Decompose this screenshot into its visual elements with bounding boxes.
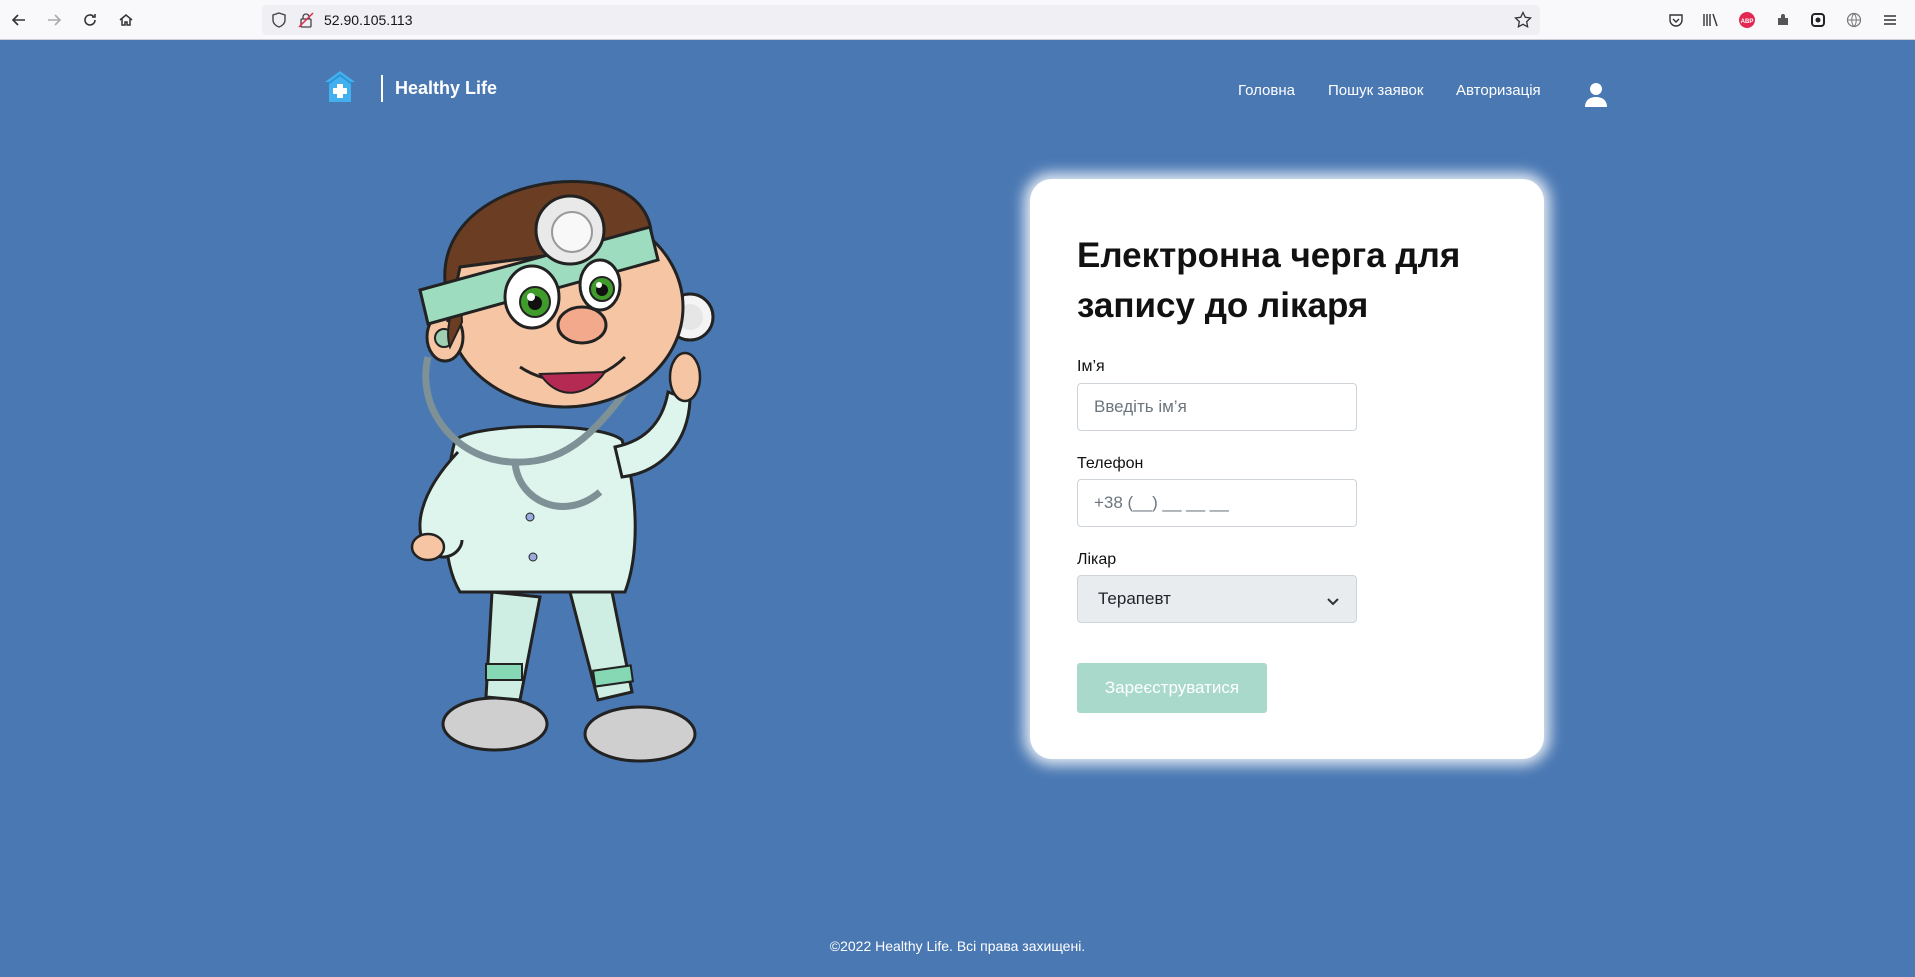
- extension-square-icon[interactable]: [1806, 8, 1830, 32]
- bookmark-star-icon[interactable]: [1514, 10, 1532, 34]
- library-icon[interactable]: [1699, 8, 1723, 32]
- registration-card: Електронна черга для запису до лікаря Ім…: [1030, 179, 1544, 759]
- register-button[interactable]: Зареєструватися: [1077, 663, 1267, 713]
- extension-puzzle-icon[interactable]: [1771, 8, 1795, 32]
- menu-icon[interactable]: [1878, 8, 1902, 32]
- reload-icon[interactable]: [78, 8, 102, 32]
- phone-label: Телефон: [1077, 455, 1144, 472]
- logo-divider: [381, 75, 383, 102]
- doctor-label: Лікар: [1077, 551, 1117, 568]
- user-icon[interactable]: [1584, 82, 1608, 108]
- nav-home[interactable]: Головна: [1238, 82, 1295, 99]
- name-input[interactable]: [1077, 383, 1357, 431]
- footer-copyright: ©2022 Healthy Life. Всі права захищені.: [829, 938, 1086, 954]
- nav-search-requests[interactable]: Пошук заявок: [1328, 82, 1423, 99]
- svg-text:ABP: ABP: [1741, 19, 1754, 25]
- brand-name[interactable]: Healthy Life: [395, 78, 497, 99]
- shield-icon[interactable]: [271, 12, 287, 33]
- globe-icon[interactable]: [1842, 8, 1866, 32]
- back-icon[interactable]: [7, 8, 31, 32]
- name-label: Ім’я: [1077, 358, 1105, 375]
- adblock-icon[interactable]: ABP: [1735, 8, 1759, 32]
- form-title: Електронна черга для запису до лікаря: [1077, 236, 1461, 325]
- doctor-illustration: [400, 172, 740, 792]
- forward-icon[interactable]: [42, 8, 66, 32]
- chevron-down-icon: [1326, 594, 1340, 606]
- hospital-logo-icon[interactable]: [324, 70, 356, 104]
- url-text: 52.90.105.113: [324, 12, 413, 28]
- address-bar[interactable]: 52.90.105.113: [262, 5, 1540, 35]
- browser-toolbar: 52.90.105.113 ABP: [0, 0, 1915, 40]
- insecure-lock-icon[interactable]: [298, 12, 314, 33]
- site-header: Healthy Life Головна Пошук заявок Автори…: [0, 40, 1915, 140]
- phone-input[interactable]: [1077, 479, 1357, 527]
- doctor-select-value: Терапевт: [1098, 589, 1171, 608]
- doctor-select[interactable]: Терапевт: [1077, 575, 1357, 623]
- nav-authorization[interactable]: Авторизація: [1456, 82, 1541, 99]
- pocket-icon[interactable]: [1664, 8, 1688, 32]
- home-icon[interactable]: [114, 8, 138, 32]
